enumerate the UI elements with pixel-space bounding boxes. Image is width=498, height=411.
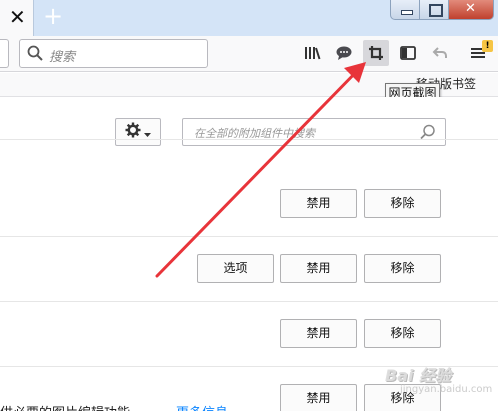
disable-button[interactable]: 禁用 [280, 189, 357, 218]
chat-bubble-icon[interactable] [331, 40, 357, 66]
update-badge: ! [482, 40, 493, 52]
sidebar-icon[interactable] [395, 40, 421, 66]
window-close-button[interactable] [448, 0, 494, 20]
active-tab[interactable]: ✕ [0, 0, 34, 36]
disable-button[interactable]: 禁用 [280, 384, 357, 411]
search-input[interactable]: 搜索 [19, 39, 208, 68]
row-divider [0, 301, 498, 302]
remove-button[interactable]: 移除 [364, 189, 441, 218]
addon-description: 供必要的图片编辑功能。 [0, 402, 143, 411]
tools-gear-button[interactable] [115, 118, 161, 146]
row-divider [0, 236, 498, 237]
url-bar[interactable] [0, 39, 9, 68]
baidu-watermark-url: jingyan.baidu.com [400, 384, 493, 395]
search-placeholder: 搜索 [49, 50, 76, 65]
baidu-watermark: Bai 经验 [385, 366, 452, 385]
library-icon[interactable] [299, 40, 325, 66]
undo-icon[interactable] [427, 40, 453, 66]
disable-button[interactable]: 禁用 [280, 319, 357, 348]
screenshot-crop-icon[interactable] [363, 40, 389, 66]
tab-bar: ✕ + [0, 0, 498, 36]
more-info-link[interactable]: 更多信息 [176, 402, 228, 411]
remove-button[interactable]: 移除 [364, 254, 441, 283]
options-button[interactable]: 选项 [197, 254, 274, 283]
remove-button[interactable]: 移除 [364, 319, 441, 348]
row-divider [0, 139, 498, 140]
nav-toolbar: 搜索 [0, 36, 498, 72]
disable-button[interactable]: 禁用 [280, 254, 357, 283]
new-tab-icon[interactable]: + [43, 4, 63, 28]
magnifier-icon [420, 124, 436, 144]
search-icon [27, 45, 43, 65]
addon-search-input[interactable]: 在全部的附加组件中搜索 [182, 118, 446, 146]
minimize-button[interactable] [390, 0, 420, 20]
close-tab-icon[interactable]: ✕ [9, 6, 26, 28]
maximize-button[interactable] [419, 0, 449, 20]
